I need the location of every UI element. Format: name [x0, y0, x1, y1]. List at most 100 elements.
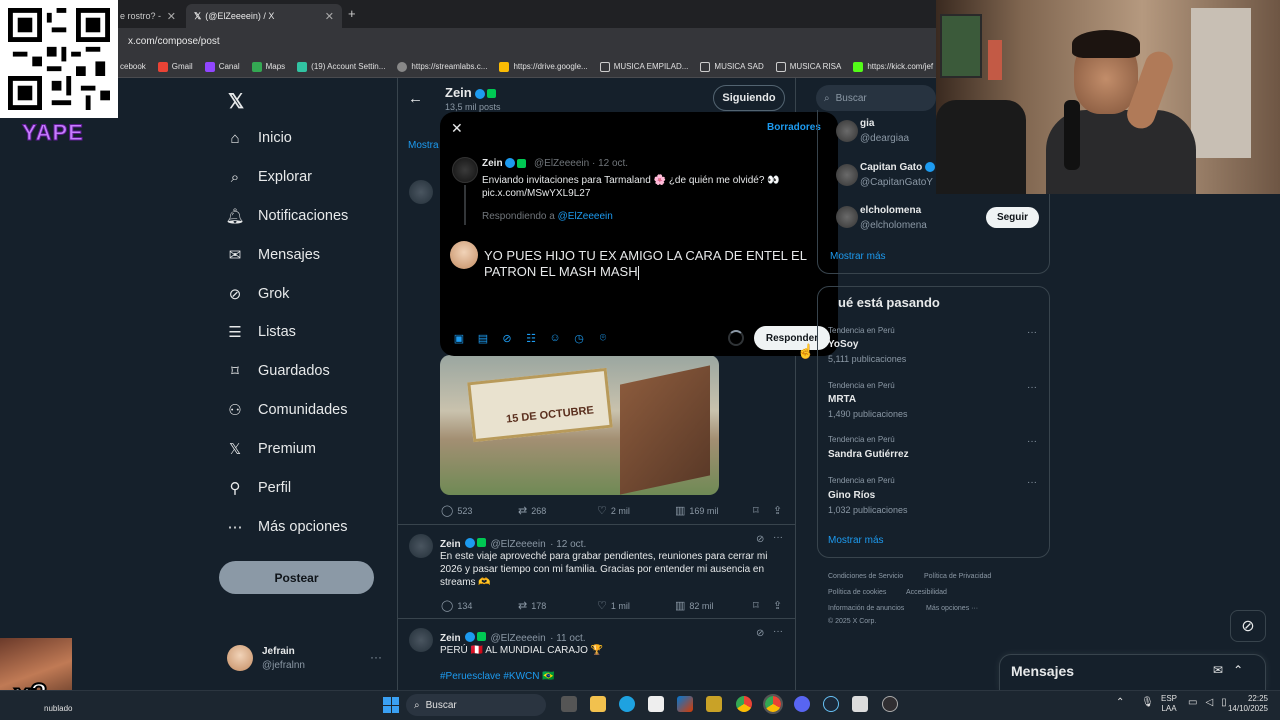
windows-start-icon[interactable]	[383, 697, 399, 713]
app-icon[interactable]	[706, 696, 722, 712]
weather-label[interactable]: nublado	[44, 704, 72, 713]
postear-button[interactable]: Postear	[219, 561, 374, 594]
new-tab-button[interactable]: +	[348, 6, 356, 21]
tweet-avatar[interactable]	[409, 180, 433, 204]
file-explorer-icon[interactable]	[590, 696, 606, 712]
browser-tab-1[interactable]: e rostro? - ✕	[112, 4, 184, 28]
trends-show-more-link[interactable]: Mostrar más	[828, 535, 884, 546]
close-icon[interactable]: ✕	[451, 120, 463, 137]
retweet-action[interactable]: ⇄ 268	[518, 504, 546, 517]
tweet-hashtags[interactable]: #Peruesclave #KWCN 🇧🇷	[440, 670, 555, 683]
show-more-link[interactable]: Mostrar más	[830, 251, 886, 262]
tweet-more-icon[interactable]: ···	[773, 626, 783, 637]
like-action[interactable]: ♡ 1 mil	[597, 599, 630, 612]
bookmark-item[interactable]: Maps	[251, 61, 285, 72]
chevron-up-icon[interactable]: ⌃	[1116, 697, 1124, 708]
footer-link[interactable]: Accesibilidad	[906, 589, 947, 596]
follow-name[interactable]: gia	[860, 118, 874, 129]
bookmark-item[interactable]: (19) Account Settin...	[297, 61, 385, 72]
url-field[interactable]: x.com/compose/post	[128, 36, 220, 47]
follow-name[interactable]: elcholomena	[860, 205, 921, 216]
obs-icon[interactable]	[882, 696, 898, 712]
tweet-more-icon[interactable]: ···	[773, 532, 783, 543]
retweet-action[interactable]: ⇄ 178	[518, 599, 546, 612]
tweet-avatar[interactable]	[409, 628, 433, 652]
bookmark-item[interactable]: cebook	[120, 62, 146, 71]
follow-avatar[interactable]	[836, 164, 858, 186]
trend-name[interactable]: YoSoy	[828, 339, 858, 350]
new-message-icon[interactable]: ✉	[1213, 663, 1233, 677]
user-avatar[interactable]	[227, 645, 253, 671]
trend-name[interactable]: Sandra Gutiérrez	[828, 449, 909, 460]
network-icon[interactable]: ▭	[1188, 697, 1205, 708]
mic-icon[interactable]: 🎙︎	[1141, 697, 1154, 708]
trend-more-icon[interactable]: ···	[1027, 477, 1037, 488]
bookmark-folder[interactable]: MUSICA RISA	[775, 61, 841, 72]
share-action[interactable]: ⇪	[773, 599, 786, 612]
nav-notificaciones[interactable]: 🔔︎ Notificaciones	[225, 202, 348, 230]
trend-more-icon[interactable]: ···	[1027, 327, 1037, 338]
grok-icon[interactable]: ⊘	[500, 331, 514, 345]
follow-avatar[interactable]	[836, 206, 858, 228]
trend-more-icon[interactable]: ···	[1027, 436, 1037, 447]
edge-icon[interactable]	[619, 696, 635, 712]
bookmark-folder[interactable]: MUSICA EMPILAD...	[599, 61, 688, 72]
follow-avatar[interactable]	[836, 120, 858, 142]
grok-icon[interactable]: ⊘	[756, 628, 764, 639]
profile-tab-partial[interactable]: Mostra	[408, 140, 439, 151]
nav-listas[interactable]: ☰ Listas	[226, 318, 296, 346]
taskbar-search[interactable]: ⌕ Buscar	[406, 694, 546, 716]
browser-tab-2[interactable]: 𝕏 (@ElZeeeein) / X ✕	[186, 4, 342, 28]
nav-perfil[interactable]: ⚲ Perfil	[226, 474, 292, 502]
footer-link[interactable]: Más opciones ···	[926, 605, 978, 612]
location-icon[interactable]: ⌾	[596, 331, 610, 345]
bookmark-action[interactable]: ⌑	[753, 599, 763, 612]
reply-action[interactable]: ◯ 134	[441, 599, 472, 612]
close-tab-icon[interactable]: ✕	[167, 10, 176, 23]
nav-premium[interactable]: 𝕏 Premium	[226, 435, 316, 463]
calculator-icon[interactable]	[852, 696, 868, 712]
copilot-icon[interactable]	[677, 696, 693, 712]
nav-grok[interactable]: ⊘ Grok	[226, 280, 290, 308]
footer-link[interactable]: Condiciones de Servicio	[828, 573, 903, 580]
tweet-avatar[interactable]	[409, 534, 433, 558]
bookmark-item[interactable]: Canal	[204, 61, 240, 72]
search-input[interactable]: ⌕ Buscar	[816, 85, 936, 111]
emoji-icon[interactable]: ☺	[548, 331, 562, 345]
footer-link[interactable]: Política de Privacidad	[924, 573, 991, 580]
task-view-icon[interactable]	[561, 696, 577, 712]
bookmark-action[interactable]: ⌑	[753, 504, 763, 517]
back-arrow-icon[interactable]: ←	[408, 90, 423, 107]
x-logo-icon[interactable]: 𝕏	[228, 89, 244, 114]
bookmark-item[interactable]: Gmail	[157, 61, 193, 72]
discord-icon[interactable]	[794, 696, 810, 712]
trend-more-icon[interactable]: ···	[1027, 382, 1037, 393]
steam-icon[interactable]	[823, 696, 839, 712]
system-tray[interactable]: ⌃ 🎙︎	[1116, 697, 1154, 708]
language-indicator[interactable]: ESP LAA	[1161, 694, 1177, 714]
drafts-button[interactable]: Borradores	[767, 122, 821, 133]
nav-mas-opciones[interactable]: ⋯ Más opciones	[226, 513, 348, 541]
views-action[interactable]: ▥ 169 mil	[675, 504, 718, 517]
footer-link[interactable]: Política de cookies	[828, 589, 886, 596]
trend-name[interactable]: Gino Ríos	[828, 490, 875, 501]
volume-icon[interactable]: ◁	[1205, 697, 1221, 708]
reply-action[interactable]: ◯ 523	[441, 504, 472, 517]
bookmark-item[interactable]: https://kick.com/jef	[853, 61, 933, 72]
clock[interactable]: 22:25 14/10/2025	[1222, 694, 1268, 714]
nav-mensajes[interactable]: ✉ Mensajes	[226, 241, 320, 269]
store-icon[interactable]	[648, 696, 664, 712]
grok-float-icon[interactable]: ⊘	[1230, 610, 1266, 642]
follow-button[interactable]: Seguir	[986, 207, 1039, 228]
bookmark-folder[interactable]: MUSICA SAD	[700, 61, 764, 72]
user-more-button[interactable]: ···	[370, 650, 382, 664]
close-tab-icon[interactable]: ✕	[325, 10, 334, 23]
poll-icon[interactable]: ☷	[524, 331, 538, 345]
nav-comunidades[interactable]: ⚇ Comunidades	[226, 396, 347, 424]
views-action[interactable]: ▥ 82 mil	[675, 599, 713, 612]
reply-text-input[interactable]: YO PUES HIJO TU EX AMIGO LA CARA DE ENTE…	[484, 248, 824, 280]
nav-guardados[interactable]: ⌑ Guardados	[226, 357, 330, 385]
replying-handle-link[interactable]: @ElZeeeein	[558, 211, 613, 222]
nav-inicio[interactable]: ⌂ Inicio	[226, 124, 291, 152]
expand-icon[interactable]: ⌃	[1233, 663, 1253, 677]
